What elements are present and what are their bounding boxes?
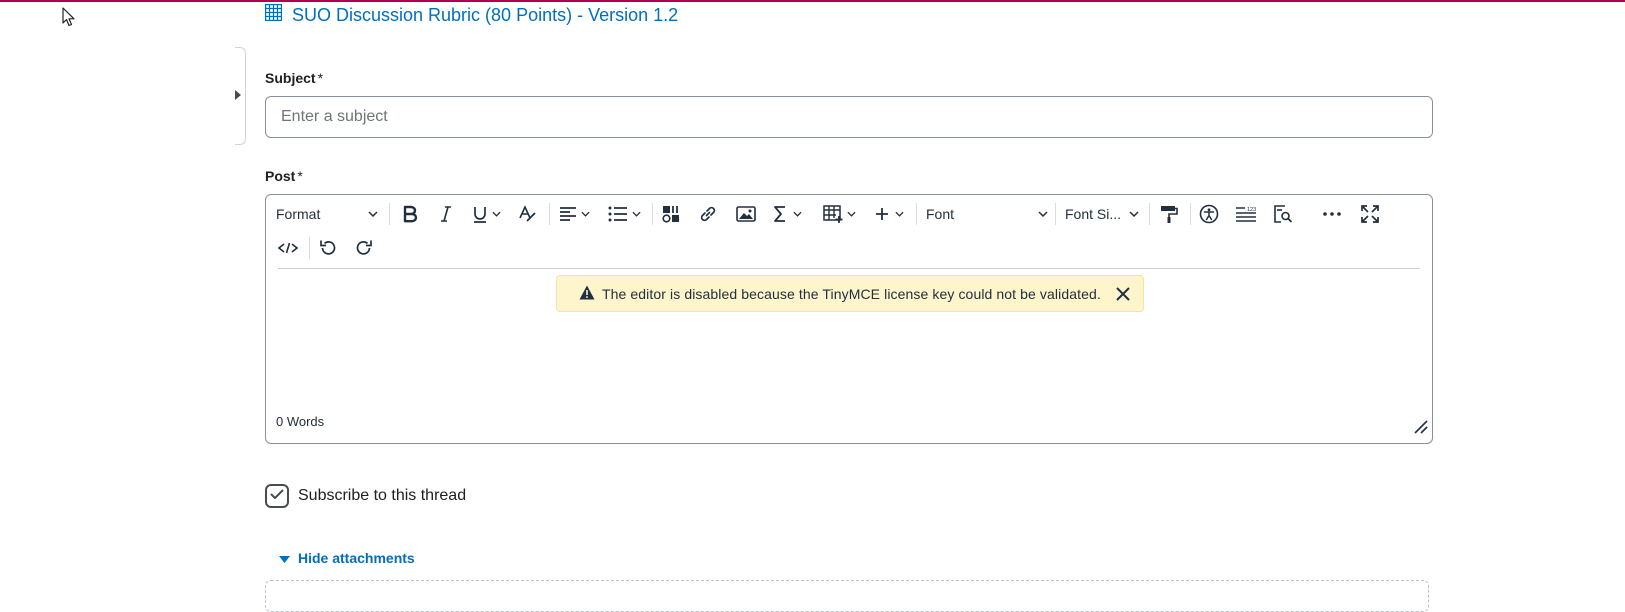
mouse-pointer-icon [62,7,76,32]
hide-attachments-label: Hide attachments [298,550,415,566]
more-options-button[interactable] [1317,197,1347,231]
post-editor[interactable]: Format Font Font Si... 123 The editor is… [265,194,1433,444]
redo-icon [355,239,373,257]
insert-image-button[interactable] [732,197,760,231]
toolbar-separator [1055,203,1056,225]
table-dropdown[interactable] [817,197,861,231]
undo-button[interactable] [314,231,342,265]
chevron-down-icon [368,211,378,217]
chevron-down-icon [492,211,501,217]
redo-button[interactable] [350,231,378,265]
accessibility-checker-button[interactable] [1195,197,1223,231]
subject-label: Subject * [265,70,323,86]
insert-link-button[interactable] [694,197,722,231]
image-icon [736,206,756,222]
toolbar-separator [389,203,390,225]
word-count: 0 Words [276,414,325,429]
font-size-dropdown[interactable]: Font Si... [1061,197,1143,231]
font-dropdown[interactable]: Font [922,197,1052,231]
toolbar-separator [652,203,653,225]
fullscreen-icon [1361,205,1379,223]
word-count-button[interactable]: 123 [1232,197,1260,231]
caret-right-icon [235,87,241,105]
align-dropdown[interactable] [554,197,594,231]
equation-dropdown[interactable] [766,197,808,231]
insert-stuff-button[interactable] [657,197,685,231]
post-label-text: Post [265,168,296,184]
license-warning-text: The editor is disabled because the TinyM… [602,285,1101,302]
strikethrough-button[interactable] [514,197,542,231]
checkmark-icon [270,487,284,505]
preview-icon [1273,205,1293,223]
hide-attachments-toggle[interactable]: Hide attachments [279,548,415,568]
plus-icon [875,207,889,221]
caret-down-icon [279,550,290,566]
font-size-dropdown-label: Font Si... [1065,206,1122,222]
warning-icon [579,285,595,303]
fullscreen-button[interactable] [1355,197,1385,231]
attachments-dropzone[interactable] [265,580,1429,612]
italic-button[interactable] [432,197,460,231]
chevron-down-icon [1129,211,1139,217]
bold-button[interactable] [396,197,424,231]
paint-roller-icon [1160,205,1178,223]
preview-button[interactable] [1269,197,1297,231]
code-icon [278,242,298,254]
bold-icon [402,205,418,223]
chevron-down-icon [631,211,641,217]
format-dropdown[interactable]: Format [272,197,382,231]
word-count-icon: 123 [1235,206,1257,222]
subject-input[interactable] [265,96,1433,138]
chevron-down-icon [894,211,904,217]
grid-icon [264,3,283,26]
toolbar-separator [309,237,310,259]
toolbar-separator [1149,203,1150,225]
resize-handle-icon[interactable] [1414,420,1428,439]
text-style-icon [518,205,538,223]
svg-text:123: 123 [1247,207,1256,213]
rubric-link-text: SUO Discussion Rubric (80 Points) - Vers… [292,4,679,25]
underline-icon [471,205,489,223]
underline-button[interactable] [466,197,506,231]
license-warning-notice: The editor is disabled because the TinyM… [556,275,1144,312]
chevron-down-icon [1038,211,1048,217]
chevron-down-icon [792,211,802,217]
post-label: Post * [265,168,303,184]
font-dropdown-label: Font [926,206,955,222]
subscribe-label[interactable]: Subscribe to this thread [298,484,466,508]
insert-more-dropdown[interactable] [869,197,909,231]
chevron-down-icon [846,211,856,217]
toolbar-separator [916,203,917,225]
italic-icon [439,205,453,223]
close-icon[interactable] [1115,286,1131,302]
required-marker: * [297,168,303,184]
sigma-icon [773,205,787,223]
link-icon [699,205,717,223]
toolbar-divider [278,268,1420,269]
bullet-list-icon [608,206,628,222]
top-accent-line [0,0,1625,2]
accessibility-icon [1199,204,1219,224]
table-icon [822,205,843,223]
toolbar-separator [1190,203,1191,225]
format-painter-button[interactable] [1155,197,1183,231]
source-code-button[interactable] [274,231,302,265]
chevron-down-icon [580,211,590,217]
subscribe-checkbox[interactable] [265,484,289,508]
format-dropdown-label: Format [276,206,321,222]
insert-element-icon [662,205,680,223]
subject-label-text: Subject [265,70,316,86]
required-marker: * [317,70,324,86]
more-horizontal-icon [1323,212,1341,216]
undo-icon [319,239,337,257]
rubric-link[interactable]: SUO Discussion Rubric (80 Points) - Vers… [264,2,679,28]
list-dropdown[interactable] [603,197,645,231]
side-panel-toggle[interactable] [235,47,246,145]
align-left-icon [559,206,577,222]
toolbar-separator [549,203,550,225]
